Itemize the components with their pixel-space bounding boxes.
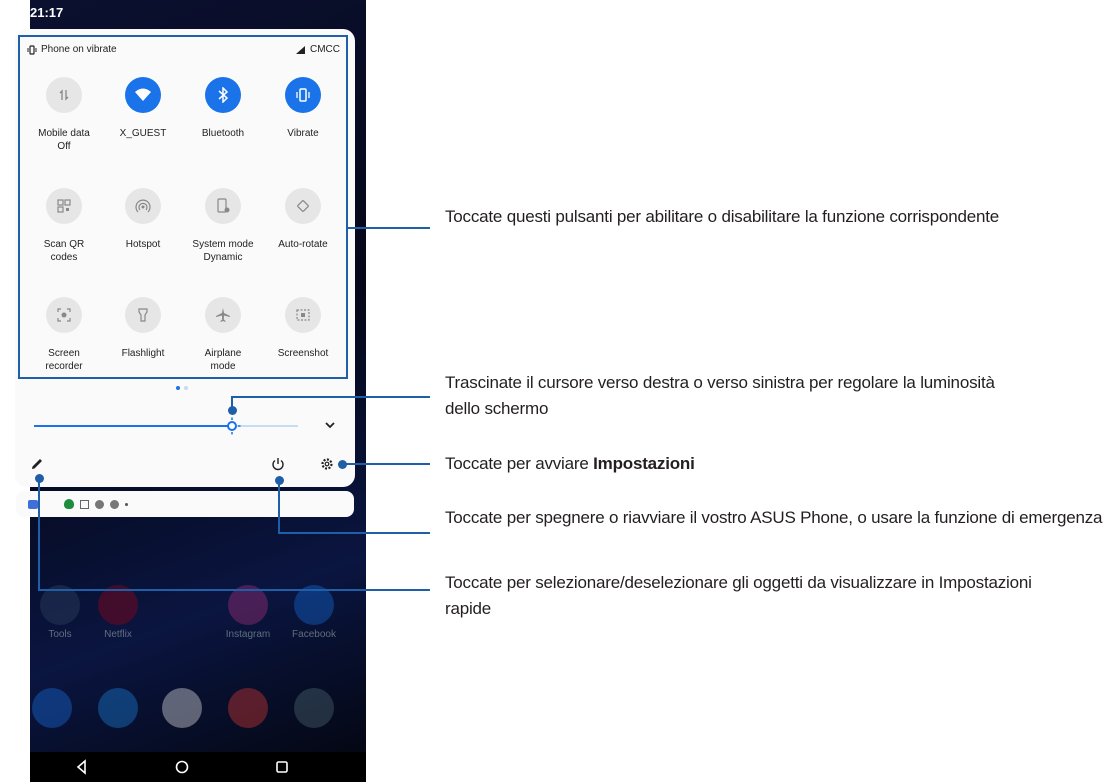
chrome-notification-icon — [95, 499, 104, 509]
notification-app-icon — [28, 499, 38, 509]
callout-tiles-text: Toccate questi pulsanti per abilitare o … — [445, 207, 1000, 226]
camera-icon[interactable] — [294, 688, 334, 728]
shield-icon — [64, 499, 74, 509]
netflix-icon — [98, 585, 138, 625]
callout-settings-prefix: Toccate per avviare — [445, 454, 594, 473]
home-app-label: Netflix — [104, 629, 132, 640]
status-time: 21:17 — [30, 5, 64, 20]
home-app-instagram[interactable]: Instagram — [218, 585, 278, 640]
home-app-tools[interactable]: Tools — [30, 585, 90, 640]
recents-icon[interactable] — [274, 759, 290, 775]
notification-icons-bar[interactable] — [16, 491, 354, 517]
messages-icon[interactable] — [98, 688, 138, 728]
page-dot-active — [176, 386, 180, 390]
gear-icon[interactable] — [320, 457, 334, 471]
home-app-label: Instagram — [225, 629, 271, 640]
callout-dot-edit — [34, 473, 44, 483]
facebook-icon — [294, 585, 334, 625]
callout-settings-bold: Impostazioni — [593, 454, 695, 473]
quick-settings-tiles-highlight — [18, 35, 348, 379]
phone-screen: Tools Netflix Instagram Facebook 21:17 P… — [0, 0, 366, 782]
phone-icon[interactable] — [32, 688, 72, 728]
image-icon — [80, 499, 89, 509]
home-app-facebook[interactable]: Facebook — [284, 585, 344, 640]
instagram-icon — [228, 585, 268, 625]
callout-line-tiles — [348, 227, 430, 229]
brightness-slider-fill — [34, 425, 232, 427]
back-icon[interactable] — [74, 759, 90, 775]
callout-line-power — [278, 532, 430, 534]
navigation-bar — [30, 752, 366, 782]
callout-edit-text: Toccate per selezionare/deselezionare gl… — [445, 573, 1032, 618]
callout-settings-text: Toccate per avviare Impostazioni — [445, 451, 1085, 477]
home-app-netflix[interactable]: Netflix — [88, 585, 148, 640]
callout-dot-brightness — [227, 405, 237, 415]
brightness-slider[interactable] — [34, 425, 298, 427]
brightness-icon[interactable] — [223, 417, 241, 435]
expand-chevron-icon[interactable] — [323, 418, 337, 432]
callout-line-settings — [342, 463, 430, 465]
callout-line-power-vertical — [278, 480, 280, 533]
more-notifications-dot — [125, 502, 128, 506]
page-dot — [184, 386, 188, 390]
edit-icon[interactable] — [30, 457, 44, 471]
callout-line-edit — [38, 589, 430, 591]
chrome-notification-icon — [110, 499, 119, 509]
home-app-label: Facebook — [292, 629, 336, 640]
callout-line-brightness — [231, 396, 430, 398]
callout-dot-power — [274, 475, 284, 485]
play-store-icon[interactable] — [162, 688, 202, 728]
chrome-icon[interactable] — [228, 688, 268, 728]
callout-dot-settings — [337, 459, 347, 469]
home-app-label: Tools — [48, 629, 72, 640]
callout-line-edit-vertical — [38, 478, 40, 590]
tools-folder-icon — [40, 585, 80, 625]
callout-brightness-text: Trascinate il cursore verso destra o ver… — [445, 373, 995, 418]
callout-power-text: Toccate per spegnere o riavviare il vost… — [445, 508, 1103, 527]
power-icon[interactable] — [271, 457, 285, 471]
page-indicator — [176, 386, 188, 390]
home-icon[interactable] — [174, 759, 190, 775]
